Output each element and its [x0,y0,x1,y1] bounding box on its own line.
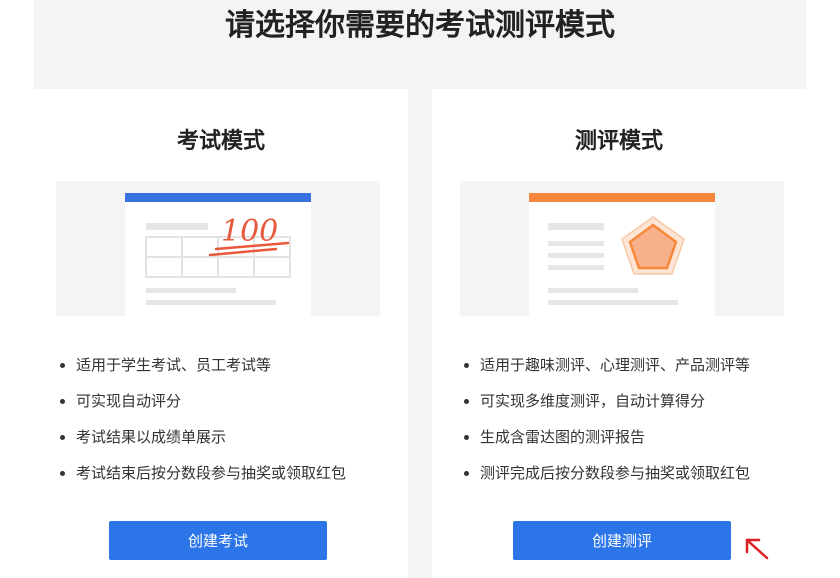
evaluation-mode-card: 测评模式 适用于趣味测评、心理测评、产品测评等 可实现多维度测评，自动计算得分 … [432,89,806,578]
list-item: 可实现多维度测评，自动计算得分 [480,383,750,419]
list-item: 适用于趣味测评、心理测评、产品测评等 [480,347,750,383]
create-exam-button[interactable]: 创建考试 [109,521,327,560]
list-item: 可实现自动评分 [76,383,346,419]
exam-sheet-illustration: 100 [125,193,311,316]
exam-mode-card: 考试模式 100 适用于学生考试、员工考试等 可实现自动评分 考试结果以成绩单展… [34,89,408,578]
exam-illustration: 100 [56,181,380,316]
exam-sheet-header-bar [125,193,311,202]
create-evaluation-button[interactable]: 创建测评 [513,521,731,560]
radar-report-illustration [529,193,715,316]
red-arrow-icon [745,538,769,560]
exam-mode-title: 考试模式 [176,129,265,154]
evaluation-mode-title: 测评模式 [574,129,663,154]
list-item: 测评完成后按分数段参与抽奖或领取红包 [480,455,750,491]
evaluation-illustration [460,181,784,316]
exam-sheet-line [146,223,208,230]
list-item: 考试结果以成绩单展示 [76,419,346,455]
right-gutter [806,0,840,578]
list-item: 生成含雷达图的测评报告 [480,419,750,455]
report-header-bar [529,193,715,202]
left-gutter [0,0,34,578]
list-item: 考试结束后按分数段参与抽奖或领取红包 [76,455,346,491]
evaluation-feature-list: 适用于趣味测评、心理测评、产品测评等 可实现多维度测评，自动计算得分 生成含雷达… [460,347,750,491]
list-item: 适用于学生考试、员工考试等 [76,347,346,383]
page-header: 请选择你需要的考试测评模式 [34,0,806,89]
exam-feature-list: 适用于学生考试、员工考试等 可实现自动评分 考试结果以成绩单展示 考试结束后按分… [56,347,346,491]
page-title: 请选择你需要的考试测评模式 [225,8,615,43]
card-divider [408,89,432,578]
